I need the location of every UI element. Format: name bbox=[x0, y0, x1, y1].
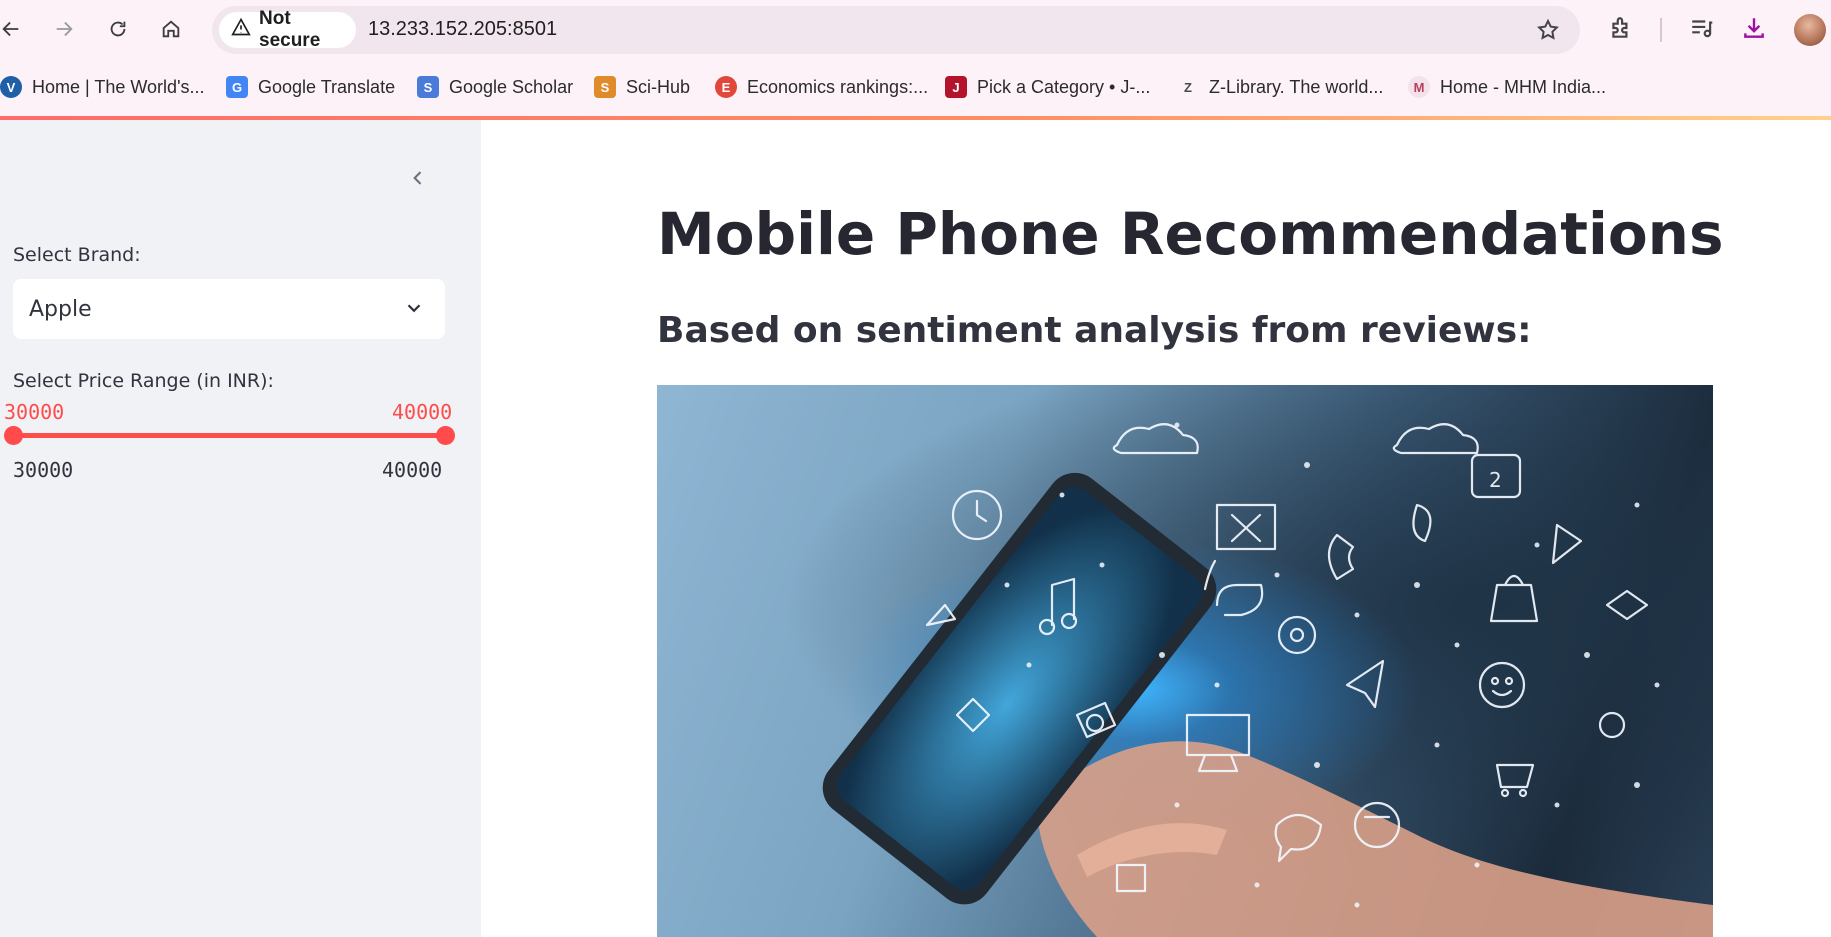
brand-label: Select Brand: bbox=[13, 244, 141, 266]
bookmark-star-icon[interactable] bbox=[1536, 18, 1560, 42]
bookmark-label: Sci-Hub bbox=[626, 76, 691, 97]
bookmark-item[interactable]: S Google Scholar bbox=[417, 72, 573, 102]
slider-high-value: 40000 bbox=[392, 400, 453, 424]
page-subtitle: Based on sentiment analysis from reviews… bbox=[657, 310, 1532, 351]
bookmark-item[interactable]: E Economics rankings:... bbox=[715, 72, 928, 102]
ideas-icon: E bbox=[715, 76, 737, 98]
extensions-icon[interactable] bbox=[1607, 14, 1635, 42]
bookmark-label: Z-Library. The world... bbox=[1209, 76, 1384, 97]
collapse-sidebar-icon[interactable] bbox=[404, 164, 432, 192]
bookmark-item[interactable]: S Sci-Hub bbox=[594, 72, 690, 102]
bookmark-label: Economics rankings:... bbox=[747, 76, 929, 97]
page-title: Mobile Phone Recommendations bbox=[657, 200, 1724, 268]
security-chip[interactable]: Not secure bbox=[219, 8, 356, 51]
toolbar-divider bbox=[1660, 18, 1662, 42]
media-queue-icon[interactable] bbox=[1688, 14, 1716, 42]
browser-toolbar: Not secure 13.233.152.205:8501 bbox=[0, 0, 1831, 60]
bookmark-label: Google Translate bbox=[258, 76, 396, 97]
google-translate-icon: G bbox=[226, 76, 248, 98]
bookmark-item[interactable]: J Pick a Category • J-... bbox=[945, 72, 1150, 102]
sci-hub-icon: S bbox=[594, 76, 616, 98]
bookmark-item[interactable]: G Google Translate bbox=[226, 72, 395, 102]
bookmark-label: Home - MHM India... bbox=[1440, 76, 1607, 97]
brand-select-value: Apple bbox=[29, 296, 92, 322]
bookmark-label: Home | The World's... bbox=[32, 76, 205, 97]
forward-icon[interactable] bbox=[47, 12, 81, 46]
bookmark-label: Pick a Category • J-... bbox=[977, 76, 1151, 97]
security-label: Not secure bbox=[259, 8, 321, 51]
price-range-label: Select Price Range (in INR): bbox=[13, 370, 274, 392]
bookmark-label: Google Scholar bbox=[449, 76, 574, 97]
slider-high-handle[interactable] bbox=[436, 426, 455, 445]
back-icon[interactable] bbox=[0, 12, 28, 46]
bookmark-item[interactable]: V Home | The World's... bbox=[0, 72, 205, 102]
bookmark-item[interactable]: Z Z-Library. The world... bbox=[1177, 72, 1383, 102]
svg-text:2: 2 bbox=[1489, 468, 1502, 492]
reload-icon[interactable] bbox=[101, 12, 135, 46]
address-bar[interactable]: Not secure 13.233.152.205:8501 bbox=[212, 6, 1580, 54]
download-icon[interactable] bbox=[1740, 14, 1768, 42]
chevron-down-icon bbox=[403, 297, 425, 319]
sidebar: Select Brand: Apple Select Price Range (… bbox=[0, 120, 481, 937]
google-scholar-icon: S bbox=[417, 76, 439, 98]
profile-avatar[interactable] bbox=[1794, 14, 1826, 46]
main-content: Mobile Phone Recommendations Based on se… bbox=[481, 120, 1831, 937]
brand-select[interactable]: Apple bbox=[13, 279, 445, 339]
bookmark-item[interactable]: M Home - MHM India... bbox=[1408, 72, 1606, 102]
hero-illustration: 2 bbox=[822, 422, 1713, 937]
mhm-india-icon: M bbox=[1408, 76, 1430, 98]
slider-min-label: 30000 bbox=[13, 458, 74, 482]
slider-low-handle[interactable] bbox=[4, 426, 23, 445]
url-text[interactable]: 13.233.152.205:8501 bbox=[368, 18, 557, 41]
jstor-icon: J bbox=[945, 76, 967, 98]
bookmark-favicon-icon: V bbox=[0, 76, 22, 98]
warning-icon bbox=[231, 17, 251, 43]
slider-low-value: 30000 bbox=[4, 400, 65, 424]
slider-max-label: 40000 bbox=[382, 458, 443, 482]
hero-image: 2 bbox=[657, 385, 1713, 937]
z-library-icon: Z bbox=[1184, 79, 1192, 95]
bookmarks-bar: V Home | The World's... G Google Transla… bbox=[0, 60, 1831, 116]
price-range-slider-track[interactable] bbox=[13, 433, 445, 438]
home-icon[interactable] bbox=[154, 12, 188, 46]
